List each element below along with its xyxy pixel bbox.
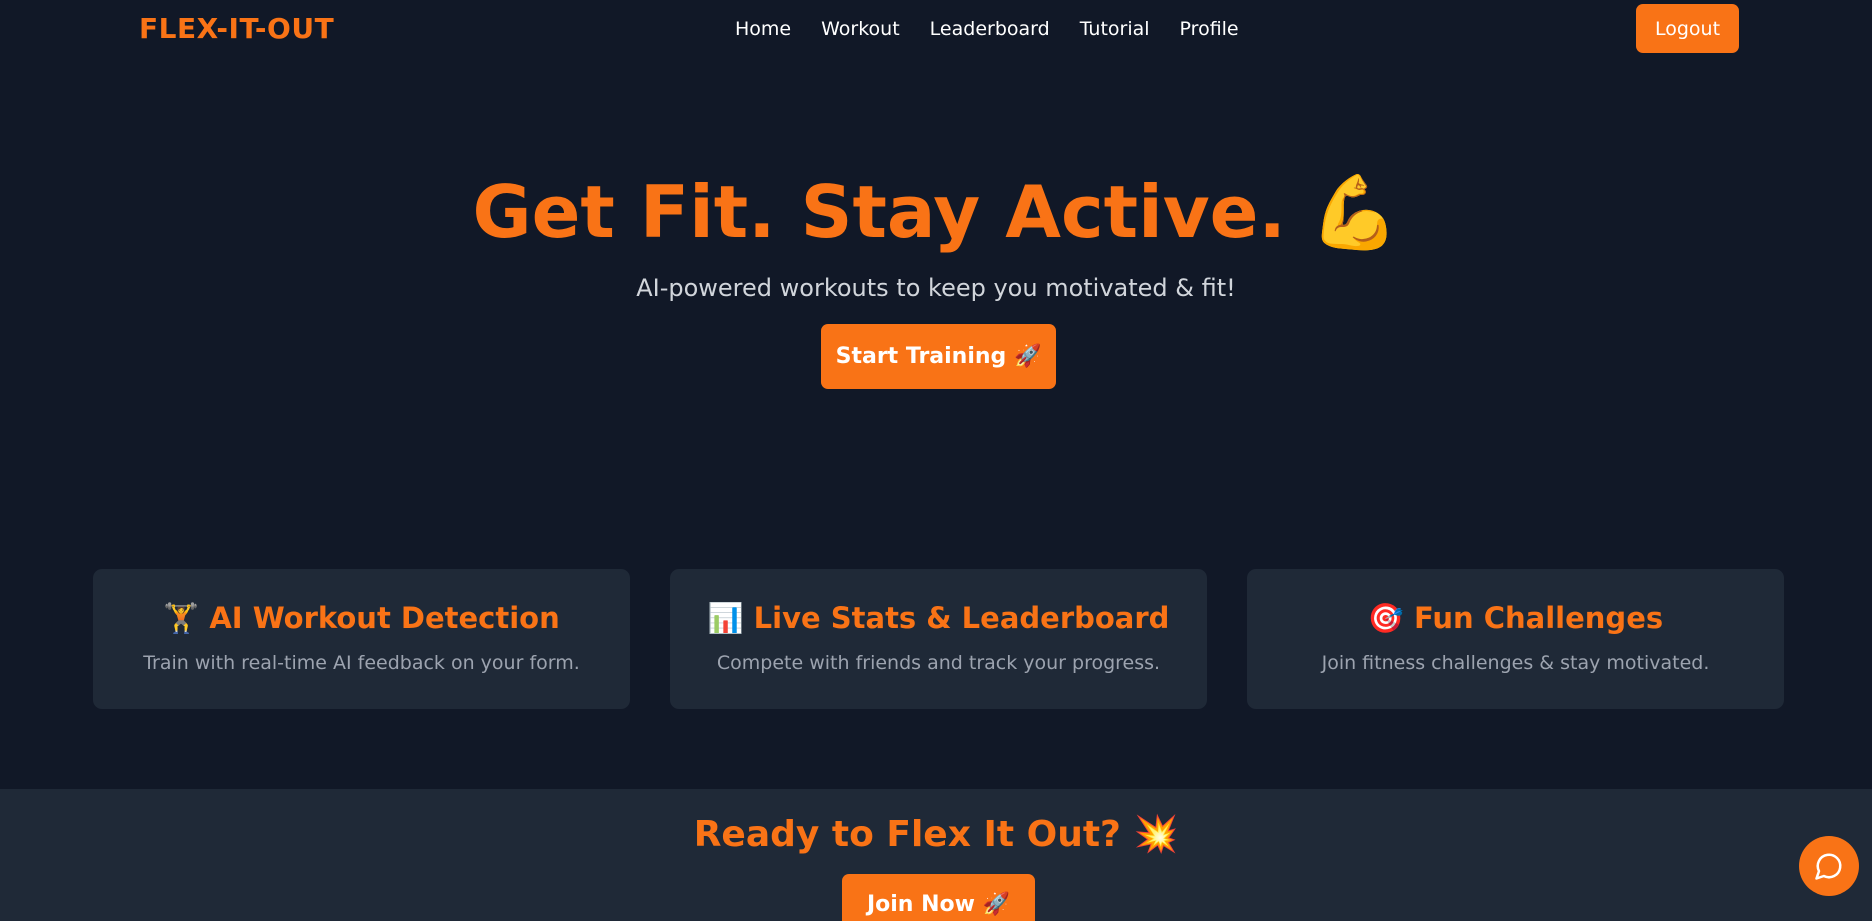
- nav-link-profile[interactable]: Profile: [1180, 18, 1239, 40]
- feature-card-challenges: 🎯 Fun Challenges Join fitness challenges …: [1247, 569, 1784, 709]
- feature-card-description: Join fitness challenges & stay motivated…: [1321, 652, 1710, 674]
- flexed-biceps-icon: 💪: [1309, 170, 1400, 254]
- feature-title-text: Live Stats & Leaderboard: [753, 601, 1170, 635]
- cta-title: Ready to Flex It Out? 💥: [693, 814, 1179, 855]
- nav-link-leaderboard[interactable]: Leaderboard: [930, 18, 1050, 40]
- feature-card-title: 📊 Live Stats & Leaderboard: [670, 601, 1207, 636]
- hero-subtitle: AI-powered workouts to keep you motivate…: [636, 274, 1236, 302]
- feature-title-text: Fun Challenges: [1413, 601, 1664, 635]
- brand-logo[interactable]: FLEX-IT-OUT: [139, 12, 334, 45]
- nav-links: Home Workout Leaderboard Tutorial Profil…: [735, 18, 1239, 40]
- top-navbar: FLEX-IT-OUT Home Workout Leaderboard Tut…: [0, 0, 1872, 60]
- target-icon: 🎯: [1367, 601, 1404, 635]
- chat-bubble-icon: [1815, 853, 1842, 880]
- feature-card-title: 🏋️ AI Workout Detection: [93, 601, 630, 636]
- feature-card-live-stats: 📊 Live Stats & Leaderboard Compete with f…: [670, 569, 1207, 709]
- bar-chart-icon: 📊: [707, 601, 744, 635]
- feature-card-description: Train with real-time AI feedback on your…: [143, 652, 580, 674]
- feature-card-title: 🎯 Fun Challenges: [1247, 601, 1784, 636]
- logout-button[interactable]: Logout: [1636, 4, 1739, 53]
- cta-section: Ready to Flex It Out? 💥 Join Now 🚀: [0, 789, 1872, 921]
- feature-card-description: Compete with friends and track your prog…: [716, 652, 1161, 674]
- start-training-button[interactable]: Start Training 🚀: [821, 324, 1056, 389]
- page: FLEX-IT-OUT Home Workout Leaderboard Tut…: [0, 0, 1872, 921]
- nav-link-workout[interactable]: Workout: [821, 18, 900, 40]
- hero-title: Get Fit. Stay Active. 💪: [0, 170, 1872, 255]
- feature-title-text: AI Workout Detection: [209, 601, 560, 635]
- hero-title-text: Get Fit. Stay Active.: [472, 170, 1286, 254]
- join-now-button[interactable]: Join Now 🚀: [842, 874, 1035, 921]
- weightlifter-icon: 🏋️: [163, 601, 200, 635]
- nav-link-home[interactable]: Home: [735, 18, 791, 40]
- feature-card-ai-workout: 🏋️ AI Workout Detection Train with real-t…: [93, 569, 630, 709]
- chat-button[interactable]: [1799, 836, 1859, 896]
- nav-link-tutorial[interactable]: Tutorial: [1080, 18, 1150, 40]
